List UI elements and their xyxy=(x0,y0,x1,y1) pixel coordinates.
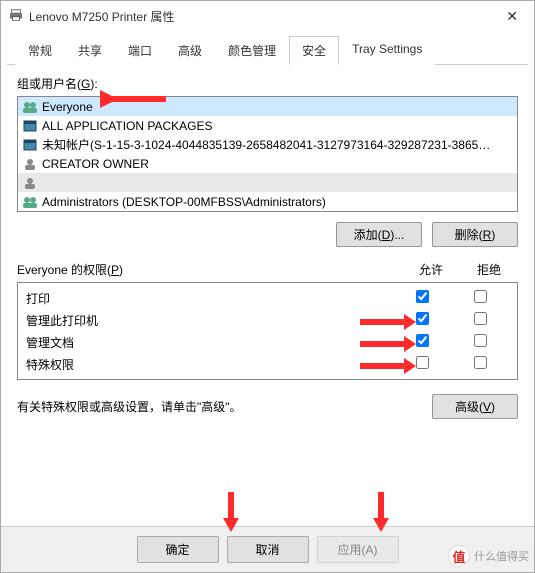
permissions-label: Everyone 的权限(P) xyxy=(17,261,402,278)
pkg-icon xyxy=(22,119,38,133)
permission-row: 打印 xyxy=(20,287,515,309)
pkg-icon xyxy=(22,138,38,152)
permissions-box: 打印管理此打印机管理文档特殊权限 xyxy=(17,282,518,380)
tab-颜色管理[interactable]: 颜色管理 xyxy=(215,36,289,65)
window-title: Lenovo M7250 Printer 属性 xyxy=(29,8,174,25)
tab-高级[interactable]: 高级 xyxy=(165,36,215,65)
permission-name: 管理此打印机 xyxy=(26,312,393,329)
user-icon xyxy=(22,176,38,190)
user-icon xyxy=(22,157,38,171)
remove-button[interactable]: 删除(R) xyxy=(432,222,518,247)
allow-checkbox[interactable] xyxy=(416,290,429,303)
allow-checkbox[interactable] xyxy=(416,356,429,369)
tab-strip: 常规共享端口高级颜色管理安全Tray Settings xyxy=(7,35,528,65)
permission-row: 管理此打印机 xyxy=(20,309,515,331)
advanced-button[interactable]: 高级(V) xyxy=(432,394,518,419)
add-button[interactable]: 添加(D)... xyxy=(336,222,422,247)
user-row[interactable]: Administrators (DESKTOP-00MFBSS\Administ… xyxy=(18,192,517,211)
tab-常规[interactable]: 常规 xyxy=(15,36,65,65)
user-row[interactable] xyxy=(18,173,517,192)
allow-checkbox[interactable] xyxy=(416,312,429,325)
deny-checkbox[interactable] xyxy=(474,312,487,325)
deny-checkbox[interactable] xyxy=(474,356,487,369)
deny-checkbox[interactable] xyxy=(474,290,487,303)
printer-icon xyxy=(9,8,23,25)
tab-安全[interactable]: 安全 xyxy=(289,36,339,65)
col-allow: 允许 xyxy=(402,261,460,278)
dialog-footer: 确定 取消 应用(A) xyxy=(1,526,534,572)
tab-Tray Settings[interactable]: Tray Settings xyxy=(339,36,435,65)
permission-name: 特殊权限 xyxy=(26,356,393,373)
permission-row: 特殊权限 xyxy=(20,353,515,375)
tab-端口[interactable]: 端口 xyxy=(115,36,165,65)
users-icon xyxy=(22,100,38,114)
allow-checkbox[interactable] xyxy=(416,334,429,347)
user-row[interactable]: CREATOR OWNER xyxy=(18,154,517,173)
user-name: Everyone xyxy=(42,100,93,114)
col-deny: 拒绝 xyxy=(460,261,518,278)
user-name: Administrators (DESKTOP-00MFBSS\Administ… xyxy=(42,195,326,209)
users-icon xyxy=(22,195,38,209)
permission-name: 打印 xyxy=(26,290,393,307)
user-name: CREATOR OWNER xyxy=(42,157,149,171)
user-row[interactable]: Everyone xyxy=(18,97,517,116)
ok-button[interactable]: 确定 xyxy=(137,536,219,563)
group-label: 组或用户名(G): xyxy=(17,75,518,92)
user-name: 未知帐户(S-1-15-3-1024-4044835139-2658482041… xyxy=(42,136,490,153)
user-list[interactable]: Everyone ALL APPLICATION PACKAGES 未知帐户(S-1… xyxy=(17,96,518,212)
user-name: ALL APPLICATION PACKAGES xyxy=(42,119,213,133)
permission-row: 管理文档 xyxy=(20,331,515,353)
cancel-button[interactable]: 取消 xyxy=(227,536,309,563)
apply-button[interactable]: 应用(A) xyxy=(317,536,399,563)
user-row[interactable]: ALL APPLICATION PACKAGES xyxy=(18,116,517,135)
user-row[interactable]: 未知帐户(S-1-15-3-1024-4044835139-2658482041… xyxy=(18,135,517,154)
title-bar: Lenovo M7250 Printer 属性 ✕ xyxy=(1,1,534,31)
close-button[interactable]: ✕ xyxy=(498,4,526,29)
advanced-text: 有关特殊权限或高级设置，请单击"高级"。 xyxy=(17,398,432,415)
permission-name: 管理文档 xyxy=(26,334,393,351)
tab-共享[interactable]: 共享 xyxy=(65,36,115,65)
deny-checkbox[interactable] xyxy=(474,334,487,347)
